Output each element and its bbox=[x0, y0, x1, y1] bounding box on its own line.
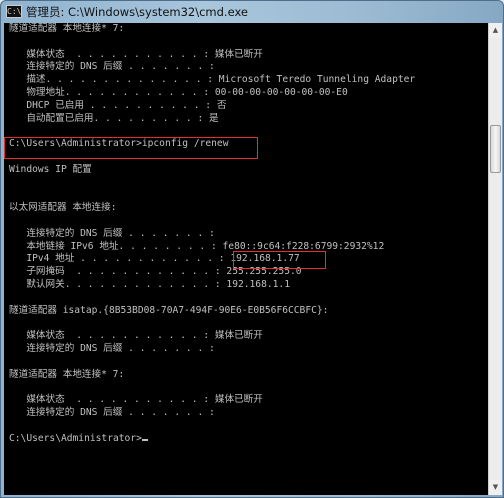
console-line: 默认网关. . . . . . . . . . . . . : 192.168.… bbox=[9, 278, 290, 290]
console-line: 描述. . . . . . . . . . . . . . : Microsof… bbox=[9, 74, 416, 86]
console-line: 隧道适配器 本地连接* 7: bbox=[9, 23, 125, 34]
cmd-window: C:\ 管理员: C:\Windows\system32\cmd.exe 隧道适… bbox=[0, 0, 504, 498]
console-line: 自动配置已启用. . . . . . . . . : 是 bbox=[9, 112, 219, 124]
console-line: 以太网适配器 本地连接: bbox=[9, 202, 117, 214]
title-bar[interactable]: C:\ 管理员: C:\Windows\system32\cmd.exe bbox=[1, 1, 503, 23]
highlight-ipv4 bbox=[233, 251, 326, 269]
console-line: DHCP 已启用 . . . . . . . . . . : 否 bbox=[9, 99, 227, 111]
console-line: 媒体状态 . . . . . . . . . . . : 媒体已断开 bbox=[9, 48, 263, 60]
console-line: 本地链接 IPv6 地址. . . . . . . . : fe80::9c64… bbox=[9, 240, 385, 252]
console-line: 连接特定的 DNS 后缀 . . . . . . . : bbox=[9, 227, 215, 239]
console-line: C:\Users\Administrator> bbox=[9, 432, 142, 444]
console-output: 隧道适配器 本地连接* 7: 媒体状态 . . . . . . . . . . … bbox=[9, 23, 415, 445]
window-title: 管理员: C:\Windows\system32\cmd.exe bbox=[26, 5, 248, 19]
text-cursor bbox=[141, 438, 148, 441]
vertical-scrollbar[interactable]: ▲ ▼ bbox=[488, 23, 502, 495]
down-arrow-icon[interactable]: ▼ bbox=[489, 480, 502, 495]
console-line: 隧道适配器 isatap.{8B53BD08-70A7-494F-90E6-E0… bbox=[9, 304, 329, 316]
up-arrow-icon[interactable]: ▲ bbox=[489, 23, 502, 38]
cmd-icon: C:\ bbox=[6, 5, 22, 18]
console-line: 隧道适配器 本地连接* 7: bbox=[9, 368, 125, 380]
console-line: 连接特定的 DNS 后缀 . . . . . . . : bbox=[9, 406, 215, 418]
scrollbar-thumb[interactable] bbox=[490, 125, 501, 173]
console-line: 连接特定的 DNS 后缀 . . . . . . . : bbox=[9, 342, 215, 354]
highlight-command bbox=[4, 137, 258, 159]
console-area[interactable]: 隧道适配器 本地连接* 7: 媒体状态 . . . . . . . . . . … bbox=[4, 23, 488, 495]
console-line: 连接特定的 DNS 后缀 . . . . . . . : bbox=[9, 61, 215, 73]
console-line: Windows IP 配置 bbox=[9, 163, 92, 175]
console-line: 媒体状态 . . . . . . . . . . . : 媒体已断开 bbox=[9, 330, 263, 342]
console-line: 物理地址. . . . . . . . . . . . : 00-00-00-0… bbox=[9, 86, 348, 98]
console-line: 媒体状态 . . . . . . . . . . . : 媒体已断开 bbox=[9, 394, 263, 406]
